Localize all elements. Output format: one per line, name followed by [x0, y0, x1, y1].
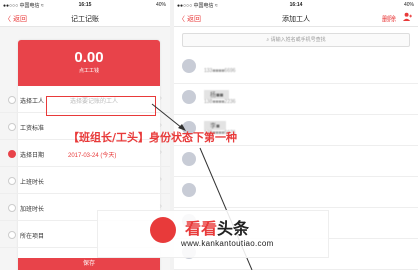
annotation-caption: 【班组长/工头】身份状态下第一种: [68, 131, 238, 144]
watermark: 看看头条 www.kankantoutiao.com: [97, 210, 329, 258]
watermark-url: www.kankantoutiao.com: [181, 239, 274, 248]
watermark-brand-black: 头条: [217, 221, 250, 238]
watermark-brand: 看看头条: [185, 215, 249, 239]
watermark-brand-red: 看看: [185, 221, 218, 238]
watermark-logo-icon: [150, 217, 176, 243]
